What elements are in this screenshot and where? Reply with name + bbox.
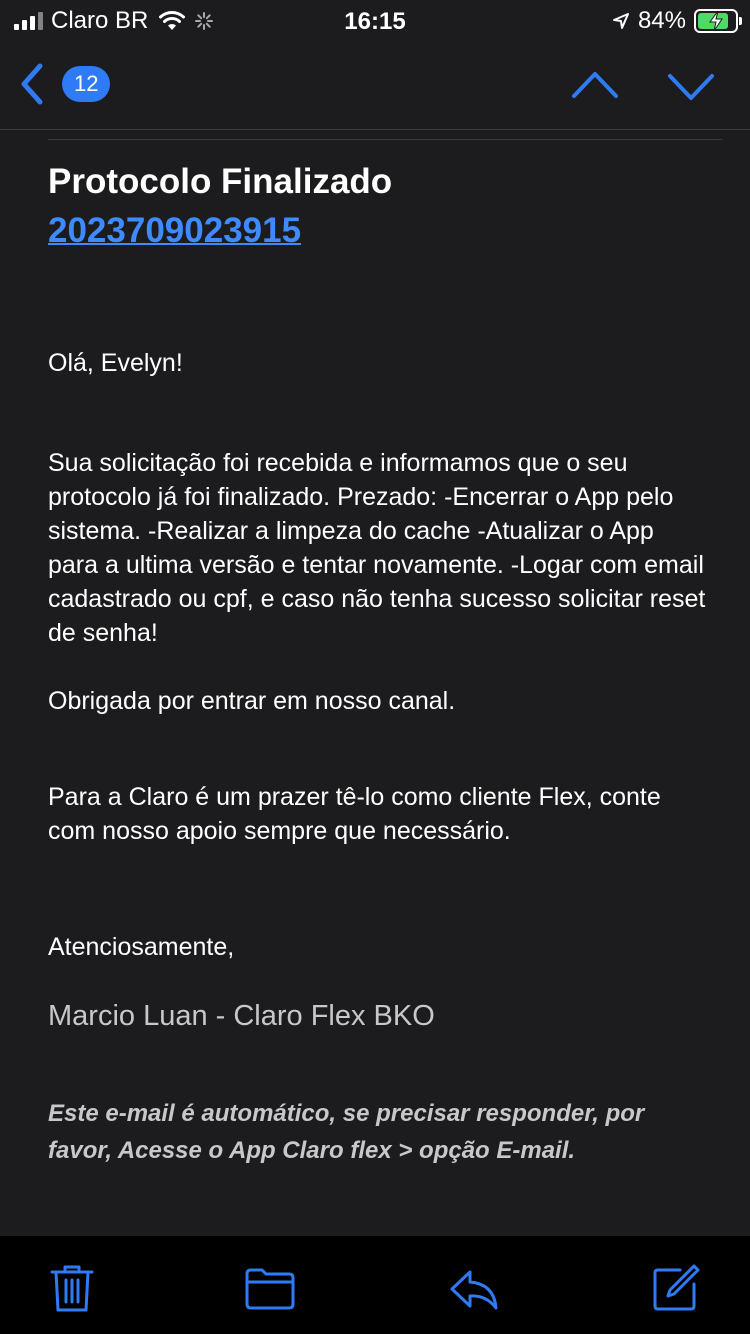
charging-bolt-icon [709, 10, 723, 32]
unread-count-badge[interactable]: 12 [62, 66, 111, 102]
mail-navigation-bar: 12 [0, 42, 750, 130]
trash-icon[interactable] [46, 1262, 98, 1314]
header-divider [48, 139, 722, 140]
greeting-text: Olá, Evelyn! [48, 349, 183, 377]
reply-icon[interactable] [448, 1262, 500, 1314]
chevron-up-icon[interactable] [570, 64, 620, 108]
status-right: 84% [612, 7, 742, 35]
bottom-toolbar [0, 1236, 750, 1334]
chevron-left-icon[interactable] [14, 62, 50, 106]
chevron-down-icon[interactable] [666, 64, 716, 108]
battery-percent: 84% [637, 7, 686, 34]
closing-paragraph: Para a Claro é um prazer tê-lo como clie… [48, 783, 661, 845]
email-subject: Protocolo Finalizado [48, 162, 393, 201]
protocol-number-link[interactable]: 2023709023915 [48, 211, 301, 251]
location-arrow-icon [612, 13, 629, 29]
folder-icon[interactable] [244, 1262, 296, 1314]
battery-icon [694, 9, 742, 33]
sender-signature: Marcio Luan - Claro Flex BKO [48, 1000, 435, 1032]
compose-icon[interactable] [650, 1262, 702, 1314]
automatic-email-note: Este e-mail é automático, se precisar re… [48, 1100, 645, 1164]
message-paragraph: Sua solicitação foi recebida e informamo… [48, 449, 706, 647]
status-bar: Claro BR 16:15 84% [0, 0, 750, 42]
thanks-text: Obrigada por entrar em nosso canal. [48, 687, 456, 715]
regards-text: Atenciosamente, [48, 933, 235, 961]
